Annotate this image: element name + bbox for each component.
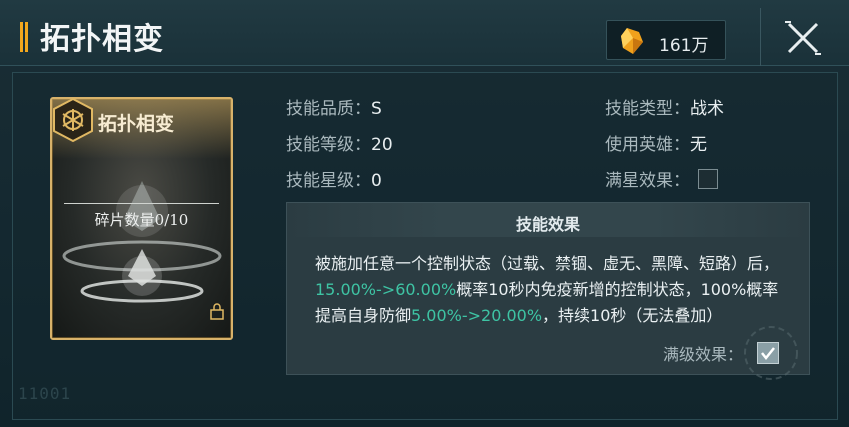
effect-highlight-2: 5.00%->20.00% [411,306,543,325]
header-bar: 拓扑相变 161万 [0,0,849,66]
skill-quality-label: 技能品质： [286,99,371,119]
skill-detail-panel: 拓扑相变 161万 拓扑相变 碎片数量0/10 技能品质：S 技能等级：20 技… [0,0,849,427]
full-star-label: 满星效果： [605,171,690,191]
effect-highlight-1: 15.00%->60.00% [315,280,457,299]
close-icon [785,21,821,55]
fragment-count: 碎片数量0/10 [94,211,189,229]
skill-star-row: 技能星级：0 [286,166,382,191]
skill-art [62,181,222,303]
skill-type-value: 战术 [690,99,724,119]
skill-emblem-icon [53,97,93,143]
max-level-label: 满级效果： [663,345,744,364]
currency-value: 161万 [659,36,709,56]
full-star-row: 满星效果： [605,166,718,191]
skill-type-row: 技能类型：战术 [605,94,724,119]
effect-title: 技能效果 [515,215,580,234]
card-skill-name: 拓扑相变 [98,113,175,135]
skill-level-row: 技能等级：20 [286,130,393,155]
decorative-code: 11001 [18,384,72,403]
skill-level-label: 技能等级： [286,135,371,155]
hero-label: 使用英雄： [605,135,690,155]
skill-card: 拓扑相变 碎片数量0/10 [50,97,233,340]
skill-type-label: 技能类型： [605,99,690,119]
effect-text-3: ，持续10秒（无法叠加） [542,306,723,325]
checkmark-icon [761,347,775,361]
skill-quality-row: 技能品质：S [286,94,382,119]
lock-icon [210,303,224,320]
skill-level-value: 20 [371,135,393,155]
hero-value: 无 [690,135,707,155]
skill-star-value: 0 [371,171,382,191]
effect-description[interactable]: 被施加任意一个控制状态（过载、禁锢、虚无、黑障、短路）后， 15.00%->60.… [315,251,785,335]
skill-effect-box: 技能效果 被施加任意一个控制状态（过载、禁锢、虚无、黑障、短路）后， 15.00%… [286,202,810,380]
page-title: 拓扑相变 [40,22,164,57]
currency-display: 161万 [606,20,726,60]
full-star-checkbox[interactable] [698,169,718,189]
skill-quality-value: S [371,99,382,119]
max-level-checkbox[interactable] [757,342,779,364]
hero-row: 使用英雄：无 [605,130,707,155]
crystal-icon [621,28,643,54]
title-accent-stripe [20,22,30,52]
skill-star-label: 技能星级： [286,171,371,191]
close-button[interactable] [760,8,844,66]
effect-text-1: 被施加任意一个控制状态（过载、禁锢、虚无、黑障、短路）后， [315,254,780,273]
